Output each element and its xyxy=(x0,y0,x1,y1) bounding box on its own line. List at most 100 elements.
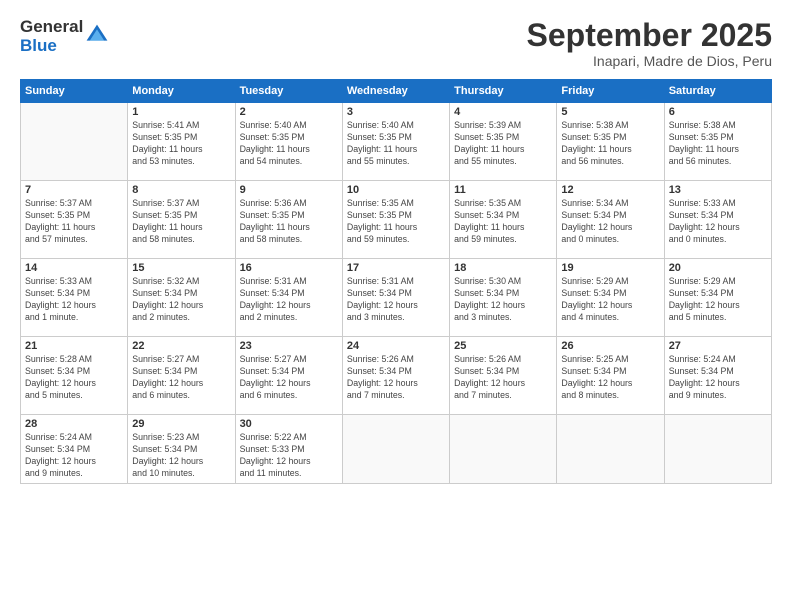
calendar-body: 1 Sunrise: 5:41 AM Sunset: 5:35 PM Daylig… xyxy=(21,103,772,484)
week-row-1: 1 Sunrise: 5:41 AM Sunset: 5:35 PM Daylig… xyxy=(21,103,772,181)
calendar-cell: 4 Sunrise: 5:39 AM Sunset: 5:35 PM Daylig… xyxy=(450,103,557,181)
week-row-3: 14 Sunrise: 5:33 AM Sunset: 5:34 PM Dayli… xyxy=(21,259,772,337)
day-number: 13 xyxy=(669,184,767,196)
day-number: 19 xyxy=(561,262,659,274)
calendar-cell: 16 Sunrise: 5:31 AM Sunset: 5:34 PM Dayli… xyxy=(235,259,342,337)
day-info: Sunrise: 5:36 AM Sunset: 5:35 PM Dayligh… xyxy=(240,198,338,246)
day-number: 18 xyxy=(454,262,552,274)
calendar-cell: 10 Sunrise: 5:35 AM Sunset: 5:35 PM Dayli… xyxy=(342,181,449,259)
weekday-thursday: Thursday xyxy=(450,80,557,103)
calendar-cell: 1 Sunrise: 5:41 AM Sunset: 5:35 PM Daylig… xyxy=(128,103,235,181)
calendar-cell: 12 Sunrise: 5:34 AM Sunset: 5:34 PM Dayli… xyxy=(557,181,664,259)
weekday-saturday: Saturday xyxy=(664,80,771,103)
day-number: 23 xyxy=(240,340,338,352)
day-number: 3 xyxy=(347,106,445,118)
week-row-4: 21 Sunrise: 5:28 AM Sunset: 5:34 PM Dayli… xyxy=(21,337,772,415)
calendar-cell: 25 Sunrise: 5:26 AM Sunset: 5:34 PM Dayli… xyxy=(450,337,557,415)
day-number: 15 xyxy=(132,262,230,274)
day-number: 11 xyxy=(454,184,552,196)
calendar-cell: 7 Sunrise: 5:37 AM Sunset: 5:35 PM Daylig… xyxy=(21,181,128,259)
day-number: 29 xyxy=(132,418,230,430)
day-info: Sunrise: 5:41 AM Sunset: 5:35 PM Dayligh… xyxy=(132,120,230,168)
day-info: Sunrise: 5:34 AM Sunset: 5:34 PM Dayligh… xyxy=(561,198,659,246)
day-number: 25 xyxy=(454,340,552,352)
day-info: Sunrise: 5:25 AM Sunset: 5:34 PM Dayligh… xyxy=(561,354,659,402)
calendar-cell: 6Sunrise: 5:38 AM Sunset: 5:35 PM Daylig… xyxy=(664,103,771,181)
day-number: 20 xyxy=(669,262,767,274)
day-number: 4 xyxy=(454,106,552,118)
calendar-cell: 20 Sunrise: 5:29 AM Sunset: 5:34 PM Dayli… xyxy=(664,259,771,337)
location-subtitle: Inapari, Madre de Dios, Peru xyxy=(527,53,772,69)
calendar-cell: 11 Sunrise: 5:35 AM Sunset: 5:34 PM Dayli… xyxy=(450,181,557,259)
weekday-sunday: Sunday xyxy=(21,80,128,103)
calendar-cell: 24Sunrise: 5:26 AM Sunset: 5:34 PM Dayli… xyxy=(342,337,449,415)
calendar-cell xyxy=(450,415,557,484)
day-info: Sunrise: 5:31 AM Sunset: 5:34 PM Dayligh… xyxy=(347,276,445,324)
day-info: Sunrise: 5:31 AM Sunset: 5:34 PM Dayligh… xyxy=(240,276,338,324)
day-info: Sunrise: 5:27 AM Sunset: 5:34 PM Dayligh… xyxy=(240,354,338,402)
calendar-header: SundayMondayTuesdayWednesdayThursdayFrid… xyxy=(21,80,772,103)
day-number: 17 xyxy=(347,262,445,274)
day-info: Sunrise: 5:39 AM Sunset: 5:35 PM Dayligh… xyxy=(454,120,552,168)
week-row-5: 28 Sunrise: 5:24 AM Sunset: 5:34 PM Dayli… xyxy=(21,415,772,484)
calendar-cell: 26Sunrise: 5:25 AM Sunset: 5:34 PM Dayli… xyxy=(557,337,664,415)
day-info: Sunrise: 5:30 AM Sunset: 5:34 PM Dayligh… xyxy=(454,276,552,324)
calendar-cell: 9 Sunrise: 5:36 AM Sunset: 5:35 PM Daylig… xyxy=(235,181,342,259)
day-number: 12 xyxy=(561,184,659,196)
day-number: 9 xyxy=(240,184,338,196)
day-number: 22 xyxy=(132,340,230,352)
calendar-cell: 17 Sunrise: 5:31 AM Sunset: 5:34 PM Dayli… xyxy=(342,259,449,337)
title-block: September 2025 Inapari, Madre de Dios, P… xyxy=(527,18,772,69)
month-title: September 2025 xyxy=(527,18,772,53)
calendar-cell: 13Sunrise: 5:33 AM Sunset: 5:34 PM Dayli… xyxy=(664,181,771,259)
calendar-table: SundayMondayTuesdayWednesdayThursdayFrid… xyxy=(20,79,772,484)
day-number: 10 xyxy=(347,184,445,196)
day-number: 7 xyxy=(25,184,123,196)
calendar-cell xyxy=(21,103,128,181)
day-info: Sunrise: 5:26 AM Sunset: 5:34 PM Dayligh… xyxy=(347,354,445,402)
day-info: Sunrise: 5:26 AM Sunset: 5:34 PM Dayligh… xyxy=(454,354,552,402)
day-info: Sunrise: 5:32 AM Sunset: 5:34 PM Dayligh… xyxy=(132,276,230,324)
day-number: 28 xyxy=(25,418,123,430)
day-info: Sunrise: 5:24 AM Sunset: 5:34 PM Dayligh… xyxy=(25,432,123,480)
day-number: 5 xyxy=(561,106,659,118)
calendar-cell: 19 Sunrise: 5:29 AM Sunset: 5:34 PM Dayli… xyxy=(557,259,664,337)
day-info: Sunrise: 5:33 AM Sunset: 5:34 PM Dayligh… xyxy=(25,276,123,324)
day-info: Sunrise: 5:29 AM Sunset: 5:34 PM Dayligh… xyxy=(669,276,767,324)
calendar-cell: 2 Sunrise: 5:40 AM Sunset: 5:35 PM Daylig… xyxy=(235,103,342,181)
day-number: 30 xyxy=(240,418,338,430)
day-number: 14 xyxy=(25,262,123,274)
day-info: Sunrise: 5:40 AM Sunset: 5:35 PM Dayligh… xyxy=(240,120,338,168)
day-number: 16 xyxy=(240,262,338,274)
calendar-cell: 28 Sunrise: 5:24 AM Sunset: 5:34 PM Dayli… xyxy=(21,415,128,484)
logo-blue-text: Blue xyxy=(20,37,83,56)
day-info: Sunrise: 5:35 AM Sunset: 5:34 PM Dayligh… xyxy=(454,198,552,246)
day-number: 21 xyxy=(25,340,123,352)
calendar-cell: 29 Sunrise: 5:23 AM Sunset: 5:34 PM Dayli… xyxy=(128,415,235,484)
day-info: Sunrise: 5:24 AM Sunset: 5:34 PM Dayligh… xyxy=(669,354,767,402)
weekday-header-row: SundayMondayTuesdayWednesdayThursdayFrid… xyxy=(21,80,772,103)
calendar-cell xyxy=(664,415,771,484)
logo-general-text: General xyxy=(20,18,83,37)
day-number: 2 xyxy=(240,106,338,118)
day-info: Sunrise: 5:22 AM Sunset: 5:33 PM Dayligh… xyxy=(240,432,338,480)
day-info: Sunrise: 5:35 AM Sunset: 5:35 PM Dayligh… xyxy=(347,198,445,246)
day-number: 1 xyxy=(132,106,230,118)
day-info: Sunrise: 5:23 AM Sunset: 5:34 PM Dayligh… xyxy=(132,432,230,480)
calendar-cell xyxy=(342,415,449,484)
calendar-cell: 27Sunrise: 5:24 AM Sunset: 5:34 PM Dayli… xyxy=(664,337,771,415)
calendar-cell: 15 Sunrise: 5:32 AM Sunset: 5:34 PM Dayli… xyxy=(128,259,235,337)
calendar-cell: 21 Sunrise: 5:28 AM Sunset: 5:34 PM Dayli… xyxy=(21,337,128,415)
weekday-tuesday: Tuesday xyxy=(235,80,342,103)
logo: General Blue xyxy=(20,18,109,55)
day-number: 8 xyxy=(132,184,230,196)
calendar-cell xyxy=(557,415,664,484)
weekday-wednesday: Wednesday xyxy=(342,80,449,103)
day-info: Sunrise: 5:28 AM Sunset: 5:34 PM Dayligh… xyxy=(25,354,123,402)
day-info: Sunrise: 5:38 AM Sunset: 5:35 PM Dayligh… xyxy=(669,120,767,168)
day-info: Sunrise: 5:37 AM Sunset: 5:35 PM Dayligh… xyxy=(25,198,123,246)
day-info: Sunrise: 5:37 AM Sunset: 5:35 PM Dayligh… xyxy=(132,198,230,246)
day-info: Sunrise: 5:40 AM Sunset: 5:35 PM Dayligh… xyxy=(347,120,445,168)
calendar-cell: 18 Sunrise: 5:30 AM Sunset: 5:34 PM Dayli… xyxy=(450,259,557,337)
day-info: Sunrise: 5:29 AM Sunset: 5:34 PM Dayligh… xyxy=(561,276,659,324)
